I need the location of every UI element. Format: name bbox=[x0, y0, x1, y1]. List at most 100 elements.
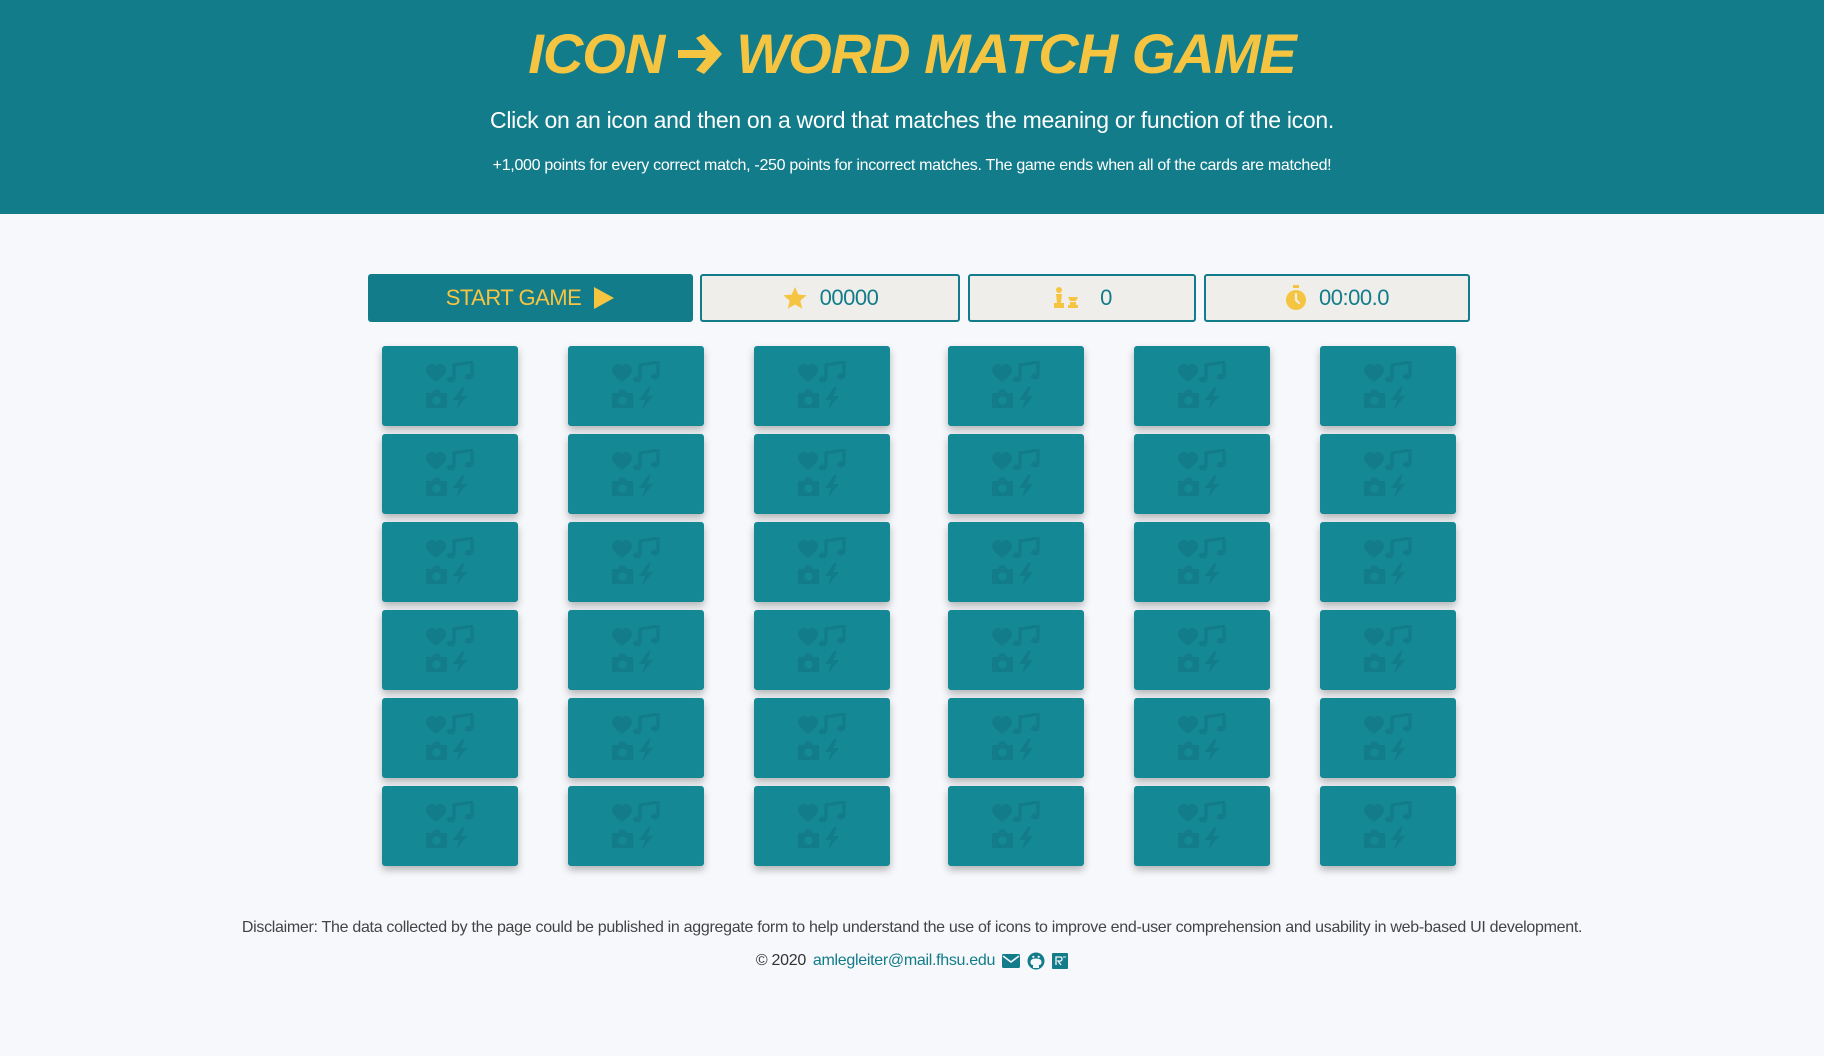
card-back-icon bbox=[798, 449, 846, 498]
card-back-icon bbox=[798, 713, 846, 762]
game-card[interactable] bbox=[948, 786, 1084, 866]
game-card[interactable] bbox=[1320, 346, 1456, 426]
copyright-text: © 2020 bbox=[755, 952, 806, 969]
game-card[interactable] bbox=[754, 346, 890, 426]
card-back-icon bbox=[1178, 361, 1226, 410]
card-back-icon bbox=[612, 713, 660, 762]
title-word-icon: Icon bbox=[528, 22, 665, 85]
score-display: 00000 bbox=[700, 274, 960, 322]
github-icon[interactable] bbox=[1027, 952, 1045, 970]
page-title: Icon Word Match Game bbox=[0, 22, 1824, 86]
game-card[interactable] bbox=[1134, 698, 1270, 778]
game-card[interactable] bbox=[754, 434, 890, 514]
game-card[interactable] bbox=[948, 522, 1084, 602]
game-card[interactable] bbox=[948, 698, 1084, 778]
game-card[interactable] bbox=[1320, 610, 1456, 690]
card-back-icon bbox=[798, 801, 846, 850]
game-card[interactable] bbox=[754, 786, 890, 866]
card-back-icon bbox=[798, 625, 846, 674]
card-back-icon bbox=[426, 713, 474, 762]
game-card[interactable] bbox=[948, 346, 1084, 426]
card-back-icon bbox=[1364, 625, 1412, 674]
page-header: Icon Word Match Game Click on an icon an… bbox=[0, 0, 1824, 214]
page-footer: Disclaimer: The data collected by the pa… bbox=[0, 918, 1824, 970]
card-back-icon bbox=[1364, 449, 1412, 498]
stopwatch-icon bbox=[1286, 285, 1307, 310]
card-back-icon bbox=[612, 449, 660, 498]
card-back-icon bbox=[798, 537, 846, 586]
card-back-icon bbox=[1178, 537, 1226, 586]
matches-display: 0 bbox=[968, 274, 1196, 322]
scoring-rules-text: +1,000 points for every correct match, -… bbox=[492, 157, 1332, 174]
card-back-icon bbox=[1178, 449, 1226, 498]
researchgate-icon[interactable] bbox=[1052, 953, 1069, 969]
game-card[interactable] bbox=[1320, 698, 1456, 778]
game-card[interactable] bbox=[382, 522, 518, 602]
card-back-icon bbox=[612, 361, 660, 410]
game-card[interactable] bbox=[568, 610, 704, 690]
card-back-icon bbox=[426, 537, 474, 586]
card-back-icon bbox=[1364, 361, 1412, 410]
card-back-icon bbox=[1178, 625, 1226, 674]
card-back-icon bbox=[992, 713, 1040, 762]
card-back-icon bbox=[1364, 537, 1412, 586]
copyright-line: © 2020 amlegleiter@mail.fhsu.edu bbox=[0, 952, 1824, 970]
matches-value: 0 bbox=[1100, 285, 1112, 310]
chess-pieces-icon bbox=[1054, 287, 1079, 308]
card-back-icon bbox=[426, 801, 474, 850]
timer-value: 00:00.0 bbox=[1319, 285, 1389, 310]
envelope-icon[interactable] bbox=[1002, 954, 1021, 968]
game-card[interactable] bbox=[1320, 434, 1456, 514]
game-card[interactable] bbox=[568, 522, 704, 602]
card-back-icon bbox=[426, 625, 474, 674]
game-card[interactable] bbox=[754, 698, 890, 778]
card-back-icon bbox=[1178, 713, 1226, 762]
game-card[interactable] bbox=[568, 698, 704, 778]
game-card[interactable] bbox=[382, 346, 518, 426]
game-card[interactable] bbox=[1134, 434, 1270, 514]
star-icon bbox=[783, 287, 807, 309]
game-card[interactable] bbox=[1134, 786, 1270, 866]
score-value: 00000 bbox=[819, 285, 879, 310]
card-back-icon bbox=[992, 537, 1040, 586]
game-card[interactable] bbox=[948, 610, 1084, 690]
card-back-icon bbox=[798, 361, 846, 410]
instructions-text: Click on an icon and then on a word that… bbox=[490, 107, 1334, 133]
card-back-icon bbox=[992, 361, 1040, 410]
game-card[interactable] bbox=[754, 522, 890, 602]
card-back-icon bbox=[426, 449, 474, 498]
game-card[interactable] bbox=[568, 346, 704, 426]
card-back-icon bbox=[1364, 713, 1412, 762]
game-card[interactable] bbox=[1320, 522, 1456, 602]
game-card[interactable] bbox=[382, 786, 518, 866]
card-back-icon bbox=[612, 537, 660, 586]
card-grid bbox=[382, 346, 1456, 868]
card-back-icon bbox=[1364, 801, 1412, 850]
play-icon bbox=[594, 287, 615, 309]
card-back-icon bbox=[992, 625, 1040, 674]
game-card[interactable] bbox=[568, 434, 704, 514]
game-card[interactable] bbox=[382, 698, 518, 778]
email-link[interactable]: amlegleiter@mail.fhsu.edu bbox=[813, 952, 995, 970]
card-back-icon bbox=[1178, 801, 1226, 850]
start-game-label: START GAME bbox=[445, 285, 582, 310]
game-card[interactable] bbox=[1134, 610, 1270, 690]
game-card[interactable] bbox=[382, 434, 518, 514]
start-game-button[interactable]: START GAME bbox=[368, 274, 693, 322]
game-card[interactable] bbox=[1134, 522, 1270, 602]
timer-display: 00:00.0 bbox=[1204, 274, 1470, 322]
game-controls: START GAME 00000 0 00:00.0 bbox=[368, 274, 1470, 322]
game-card[interactable] bbox=[1320, 786, 1456, 866]
card-back-icon bbox=[992, 801, 1040, 850]
game-card[interactable] bbox=[568, 786, 704, 866]
card-back-icon bbox=[426, 361, 474, 410]
title-word-match: Word Match Game bbox=[736, 22, 1296, 85]
card-back-icon bbox=[612, 801, 660, 850]
game-card[interactable] bbox=[382, 610, 518, 690]
game-card[interactable] bbox=[754, 610, 890, 690]
disclaimer-text: Disclaimer: The data collected by the pa… bbox=[241, 919, 1583, 936]
game-card[interactable] bbox=[948, 434, 1084, 514]
card-back-icon bbox=[612, 625, 660, 674]
game-card[interactable] bbox=[1134, 346, 1270, 426]
card-back-icon bbox=[992, 449, 1040, 498]
